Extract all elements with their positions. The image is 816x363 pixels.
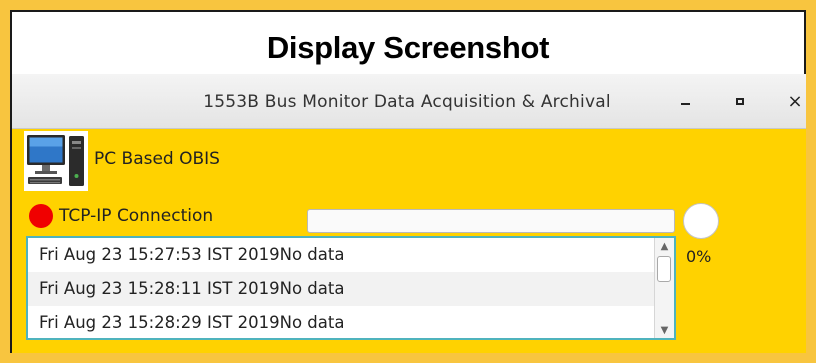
minimize-icon xyxy=(680,103,690,105)
list-item[interactable]: Fri Aug 23 15:28:11 IST 2019No data xyxy=(28,272,654,306)
scroll-up-icon[interactable]: ▲ xyxy=(655,238,674,254)
page-caption: Display Screenshot xyxy=(266,30,550,65)
scroll-down-icon[interactable]: ▼ xyxy=(655,322,674,338)
main-content: PC Based OBIS TCP-IP Connection 0% Fri A… xyxy=(12,129,806,353)
log-list-box[interactable]: Fri Aug 23 15:27:53 IST 2019No data Fri … xyxy=(26,236,676,340)
list-item[interactable]: Fri Aug 23 15:28:29 IST 2019No data xyxy=(28,306,654,338)
close-button[interactable]: × xyxy=(782,88,808,114)
connection-status-indicator xyxy=(29,204,53,228)
app-window: 1553B Bus Monitor Data Acquisition & Arc… xyxy=(12,74,806,353)
app-label: PC Based OBIS xyxy=(94,149,220,169)
close-icon: × xyxy=(787,90,803,112)
progress-indicator-circle xyxy=(683,203,719,239)
maximize-icon xyxy=(736,97,744,105)
list-item[interactable]: Fri Aug 23 15:27:53 IST 2019No data xyxy=(28,238,654,272)
log-list: Fri Aug 23 15:27:53 IST 2019No data Fri … xyxy=(28,238,654,338)
maximize-button[interactable] xyxy=(727,88,753,114)
vertical-scrollbar[interactable]: ▲ ▼ xyxy=(654,238,674,338)
scroll-thumb[interactable] xyxy=(657,256,671,282)
progress-percent: 0% xyxy=(686,247,712,266)
connection-label: TCP-IP Connection xyxy=(59,206,214,226)
outer-frame: Display Screenshot 1553B Bus Monitor Dat… xyxy=(0,0,816,363)
window-title: 1553B Bus Monitor Data Acquisition & Arc… xyxy=(203,92,611,112)
minimize-button[interactable] xyxy=(672,88,698,114)
window-titlebar[interactable]: 1553B Bus Monitor Data Acquisition & Arc… xyxy=(12,74,806,129)
desktop-computer-icon xyxy=(24,131,88,191)
progress-bar xyxy=(307,209,675,233)
